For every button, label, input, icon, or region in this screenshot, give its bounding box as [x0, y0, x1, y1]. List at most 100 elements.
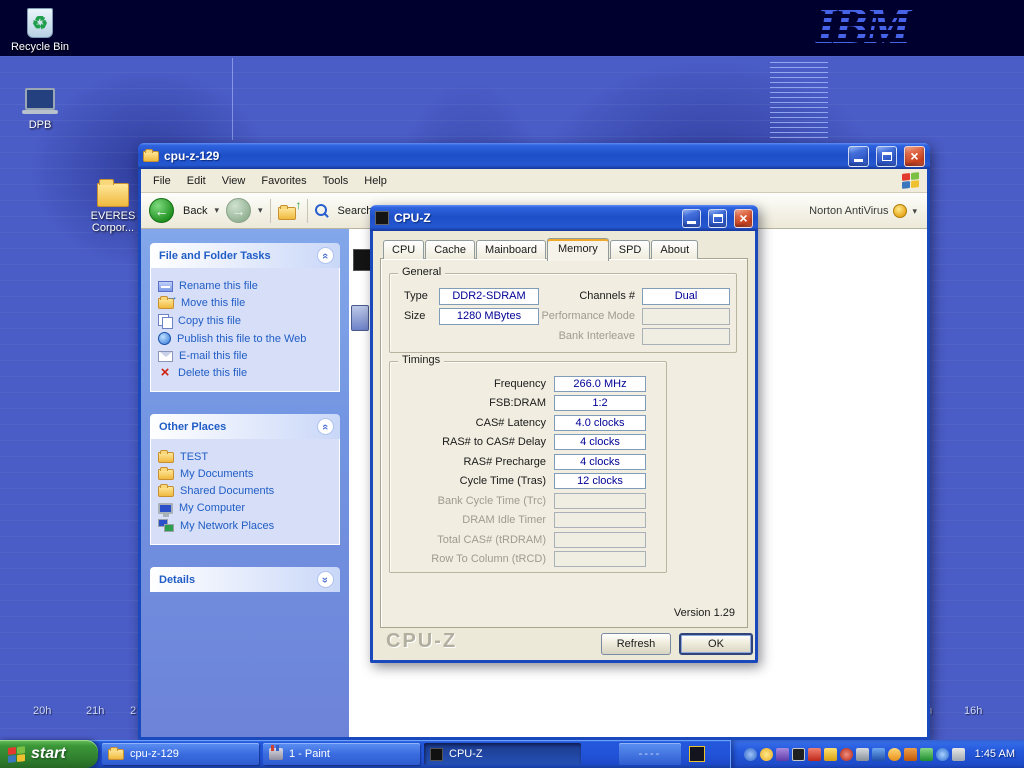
back-button-label[interactable]: Back — [183, 205, 207, 217]
mail-icon — [158, 351, 173, 362]
tray-icon[interactable] — [904, 748, 917, 761]
folder-icon — [108, 749, 124, 760]
tray-icon[interactable] — [792, 748, 805, 761]
timing-label: RAS# Precharge — [396, 456, 546, 468]
tray-icon[interactable] — [776, 748, 789, 761]
taskbar-task-cpu-z-129[interactable]: cpu-z-129 — [102, 743, 259, 765]
minimize-button[interactable] — [682, 209, 701, 228]
desktop-icon-dpb[interactable]: DPB — [8, 88, 72, 131]
timing-label: Total CAS# (tRDRAM) — [396, 534, 546, 546]
norton-antivirus-toolbar[interactable]: Norton AntiVirus ▾ — [809, 193, 917, 229]
menu-view[interactable]: View — [214, 172, 254, 190]
timing-value-field[interactable]: 4 clocks — [554, 454, 646, 470]
task-email-file[interactable]: E-mail this file — [158, 350, 332, 362]
tray-icon[interactable] — [760, 748, 773, 761]
size-value-field[interactable]: 1280 MBytes — [439, 308, 539, 325]
close-button[interactable]: × — [734, 209, 753, 228]
task-publish-file[interactable]: Publish this file to the Web — [158, 332, 332, 345]
task-delete-file[interactable]: × Delete this file — [158, 367, 332, 379]
tab-cpu[interactable]: CPU — [383, 240, 424, 259]
task-move-file[interactable]: Move this file — [158, 297, 332, 309]
refresh-button[interactable]: Refresh — [601, 633, 671, 655]
tray-icon[interactable] — [744, 748, 757, 761]
tray-icon[interactable] — [808, 748, 821, 761]
tab-cache[interactable]: Cache — [425, 240, 475, 259]
place-my-documents[interactable]: My Documents — [158, 468, 332, 480]
tab-spd[interactable]: SPD — [610, 240, 651, 259]
folder-icon — [158, 486, 174, 497]
folder-icon — [158, 452, 174, 463]
collapse-chevron-icon[interactable] — [317, 247, 334, 264]
place-label: TEST — [180, 451, 208, 463]
start-button[interactable]: start — [0, 740, 98, 768]
taskbar-launcher-icon[interactable] — [689, 746, 705, 762]
maximize-button[interactable] — [876, 146, 897, 167]
tab-about[interactable]: About — [651, 240, 698, 259]
tray-icon[interactable] — [856, 748, 869, 761]
search-button-label[interactable]: Search — [338, 205, 373, 217]
tray-icon[interactable] — [952, 748, 965, 761]
version-text: Version 1.29 — [674, 607, 735, 619]
collapse-chevron-icon[interactable] — [317, 418, 334, 435]
place-my-network[interactable]: My Network Places — [158, 519, 332, 532]
size-label: Size — [404, 310, 432, 322]
expand-chevron-icon[interactable] — [317, 571, 334, 588]
tray-icon[interactable] — [824, 748, 837, 761]
toolbar-separator — [307, 199, 308, 223]
maximize-button[interactable] — [708, 209, 727, 228]
desktop-icon-recycle-bin[interactable]: ♻ Recycle Bin — [8, 8, 72, 53]
cpuz-watermark: CPU-Z — [386, 630, 457, 653]
back-icon[interactable]: ← — [149, 198, 174, 223]
taskbar-task-paint[interactable]: 1 - Paint — [263, 743, 420, 765]
forward-icon[interactable]: → — [226, 198, 251, 223]
taskbar-clock[interactable]: 1:45 AM — [975, 748, 1015, 760]
folder-icon — [143, 151, 159, 162]
panel-header[interactable]: Details — [150, 567, 340, 592]
tab-memory[interactable]: Memory — [547, 238, 609, 261]
place-my-computer[interactable]: My Computer — [158, 502, 332, 514]
place-test[interactable]: TEST — [158, 451, 332, 463]
timing-value-field[interactable]: 4 clocks — [554, 434, 646, 450]
channels-value-field[interactable]: Dual — [642, 288, 730, 305]
up-folder-icon[interactable]: ↑ — [278, 202, 300, 220]
move-icon — [158, 297, 175, 309]
task-copy-file[interactable]: Copy this file — [158, 314, 332, 327]
minimize-button[interactable] — [848, 146, 869, 167]
panel-header[interactable]: Other Places — [150, 414, 340, 439]
file-icon[interactable] — [351, 305, 369, 331]
tray-icon[interactable] — [872, 748, 885, 761]
type-value-field[interactable]: DDR2-SDRAM — [439, 288, 539, 305]
desktop-icon-everes[interactable]: EVERES Corpor... — [82, 183, 144, 234]
tray-icon[interactable] — [888, 748, 901, 761]
menu-file[interactable]: File — [145, 172, 179, 190]
norton-dropdown-icon[interactable]: ▾ — [912, 206, 917, 217]
menu-edit[interactable]: Edit — [179, 172, 214, 190]
tray-icon[interactable] — [920, 748, 933, 761]
tray-icon[interactable] — [936, 748, 949, 761]
panel-header[interactable]: File and Folder Tasks — [150, 243, 340, 268]
back-dropdown-icon[interactable]: ▾ — [214, 205, 219, 216]
search-icon[interactable] — [315, 204, 329, 218]
tab-mainboard[interactable]: Mainboard — [476, 240, 546, 259]
file-folder-tasks-panel: File and Folder Tasks Rename this file M… — [150, 243, 340, 392]
timing-row-cycle-time: Cycle Time (Tras) 12 clocks — [396, 472, 660, 492]
close-button[interactable]: × — [904, 146, 925, 167]
timing-value-field[interactable]: 12 clocks — [554, 473, 646, 489]
folder-icon — [97, 183, 129, 207]
timing-value-field[interactable]: 4.0 clocks — [554, 415, 646, 431]
timing-value-field[interactable]: 1:2 — [554, 395, 646, 411]
timing-value-field[interactable]: 266.0 MHz — [554, 376, 646, 392]
timing-label: Bank Cycle Time (Trc) — [396, 495, 546, 507]
taskbar-task-cpuz[interactable]: CPU-Z — [424, 743, 581, 765]
taskbar-overflow-segment[interactable]: ---- — [619, 743, 681, 765]
menu-help[interactable]: Help — [356, 172, 395, 190]
explorer-titlebar[interactable]: cpu-z-129 × — [138, 143, 930, 169]
place-shared-documents[interactable]: Shared Documents — [158, 485, 332, 497]
cpuz-titlebar[interactable]: CPU-Z × — [370, 205, 758, 231]
menu-tools[interactable]: Tools — [315, 172, 357, 190]
tray-icon[interactable] — [840, 748, 853, 761]
explorer-task-pane: File and Folder Tasks Rename this file M… — [141, 229, 349, 737]
task-rename-file[interactable]: Rename this file — [158, 280, 332, 292]
ok-button[interactable]: OK — [679, 633, 753, 655]
menu-favorites[interactable]: Favorites — [253, 172, 314, 190]
